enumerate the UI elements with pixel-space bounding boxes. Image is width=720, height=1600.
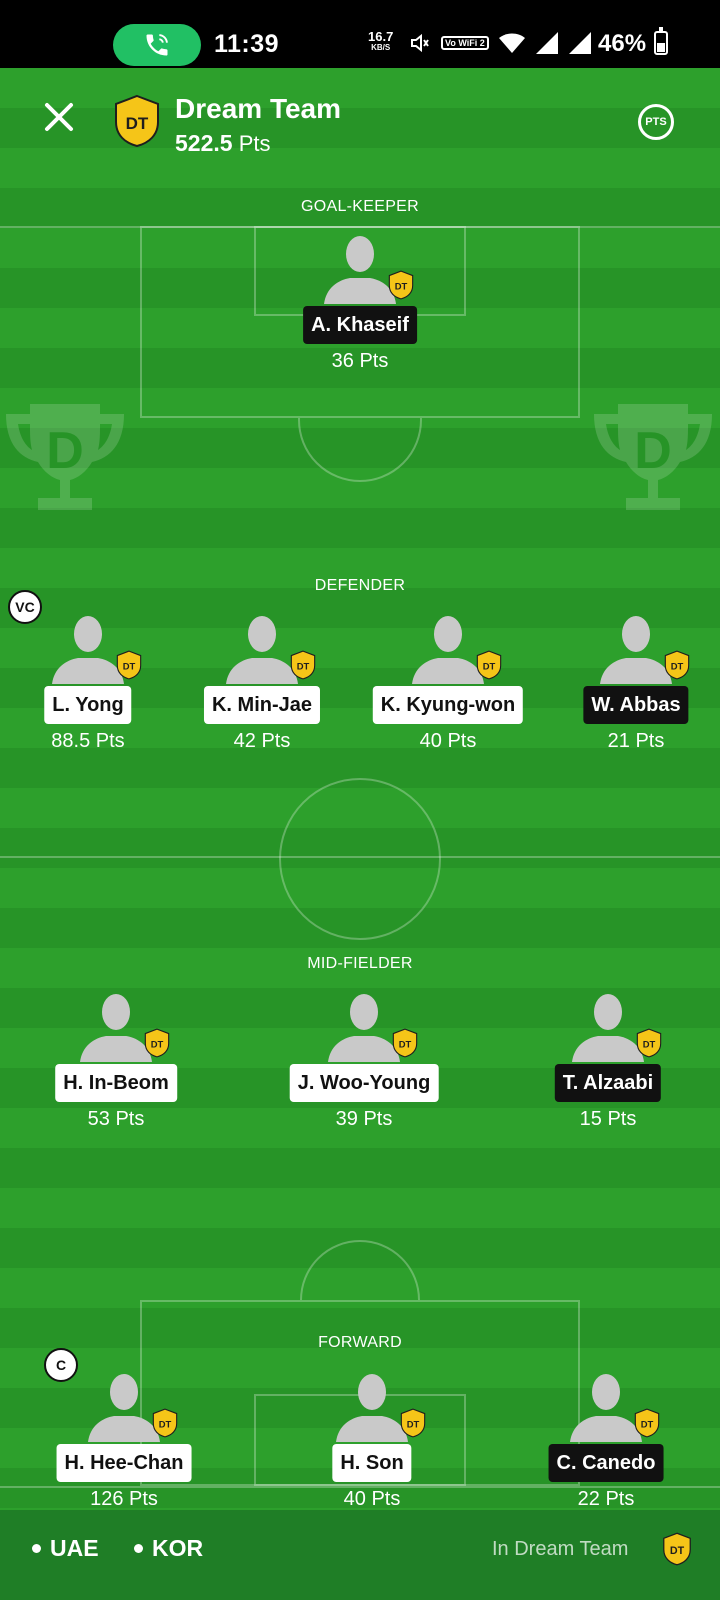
battery-level (657, 42, 665, 52)
dream-team-badge-icon: DT (388, 270, 414, 305)
team-indicator-uae: UAE (32, 1535, 99, 1562)
player-name: H. Hee-Chan (56, 1444, 192, 1482)
player-points: 22 Pts (577, 1488, 635, 1510)
player-name: H. In-Beom (55, 1064, 177, 1102)
player-name: A. Khaseif (303, 306, 417, 344)
badge-text: DT (671, 661, 684, 672)
dream-team-badge-icon: DT (476, 650, 502, 685)
dream-team-badge-icon: DT (636, 1028, 662, 1063)
volume-icon (411, 33, 429, 53)
vowifi-icon: Vo WiFi 2 (441, 36, 489, 50)
status-icons: Vo WiFi 2 (408, 30, 592, 56)
center-circle (279, 778, 441, 940)
dream-team-badge-icon: DT (290, 650, 316, 685)
dream-team-badge-icon: DT (152, 1408, 178, 1443)
team-points-value: 522.5 (175, 130, 233, 156)
network-speed-value: 16.7 (368, 29, 394, 44)
network-speed-unit: KB/S (371, 43, 391, 52)
section-label-forward: FORWARD (318, 1334, 402, 1351)
player-points: 126 Pts (90, 1488, 158, 1510)
team-dot-icon (134, 1544, 143, 1553)
dream-team-badge-icon: DT (115, 94, 159, 148)
player-name: K. Min-Jae (203, 686, 321, 724)
team-label: UAE (50, 1535, 99, 1561)
bottom-bar: UAE KOR In Dream Team DT (0, 1510, 720, 1600)
ongoing-call-indicator[interactable] (113, 24, 201, 66)
dream-team-badge-icon: DT (116, 650, 142, 685)
player-points: 39 Pts (335, 1108, 393, 1130)
badge-text: DT (407, 1419, 420, 1430)
dream-team-badge-icon: DT (663, 1532, 691, 1566)
badge-text: DT (399, 1039, 412, 1050)
clock: 11:39 (214, 30, 280, 58)
signal-icon (568, 32, 591, 54)
player-name: J. Woo-Young (289, 1064, 439, 1102)
badge-text: DT (159, 1419, 172, 1430)
trophy-watermark-icon: D (594, 404, 712, 510)
badge-text: DT (151, 1039, 164, 1050)
dream-team-badge-icon: DT (392, 1028, 418, 1063)
player-points: 88.5 Pts (51, 730, 125, 752)
captain-badge: C (44, 1348, 78, 1382)
team-indicator-kor: KOR (134, 1535, 203, 1562)
player-points: 15 Pts (579, 1108, 637, 1130)
player-points: 42 Pts (233, 730, 291, 752)
battery-icon (654, 27, 668, 55)
in-dream-team-label: In Dream Team (492, 1538, 629, 1560)
badge-text: DT (395, 281, 408, 292)
player-name: H. Son (332, 1444, 412, 1482)
badge-text: DT (126, 114, 149, 133)
badge-text: DT (123, 661, 136, 672)
player-name: W. Abbas (583, 686, 689, 724)
player-points: 21 Pts (607, 730, 665, 752)
section-label-midfielder: MID-FIELDER (307, 955, 413, 972)
dream-team-badge-icon: DT (634, 1408, 660, 1443)
battery-percent: 46% (598, 30, 647, 57)
player-name: C. Canedo (548, 1444, 664, 1482)
team-label: KOR (152, 1535, 204, 1561)
player-points: 40 Pts (419, 730, 477, 752)
player-points: 53 Pts (87, 1108, 145, 1130)
dream-team-badge-icon: DT (400, 1408, 426, 1443)
svg-text:D: D (634, 422, 672, 480)
badge-text: DT (483, 661, 496, 672)
team-points: 522.5 Pts (175, 130, 270, 157)
vice-captain-badge: VC (8, 590, 42, 624)
trophy-watermark-icon: D (6, 404, 124, 510)
badge-text: DT (643, 1039, 656, 1050)
top-goal-line (0, 226, 720, 228)
player-points: 40 Pts (343, 1488, 401, 1510)
player-name: K. Kyung-won (372, 686, 524, 724)
team-points-unit: Pts (238, 131, 271, 156)
player-name: T. Alzaabi (554, 1064, 662, 1102)
badge-text: DT (297, 661, 310, 672)
player-points: 36 Pts (331, 350, 389, 372)
phone-call-icon (146, 34, 168, 56)
svg-text:D: D (46, 422, 84, 480)
badge-text: DT (670, 1545, 685, 1557)
network-speed: 16.7 KB/S (368, 29, 394, 52)
status-bar: 11:39 16.7 KB/S Vo WiFi 2 46% (0, 0, 720, 68)
dream-team-badge-icon: DT (144, 1028, 170, 1063)
team-dot-icon (32, 1544, 41, 1553)
signal-icon (535, 32, 558, 54)
dream-team-badge-icon: DT (664, 650, 690, 685)
badge-text: DT (641, 1419, 654, 1430)
page-title: Dream Team (175, 93, 342, 124)
section-label-defender: DEFENDER (314, 577, 406, 594)
player-name: L. Yong (44, 686, 132, 724)
section-label-goalkeeper: GOAL-KEEPER (300, 198, 419, 215)
close-icon[interactable] (42, 100, 76, 134)
wifi-icon (498, 33, 525, 53)
points-toggle-button[interactable]: PTS (638, 104, 674, 140)
